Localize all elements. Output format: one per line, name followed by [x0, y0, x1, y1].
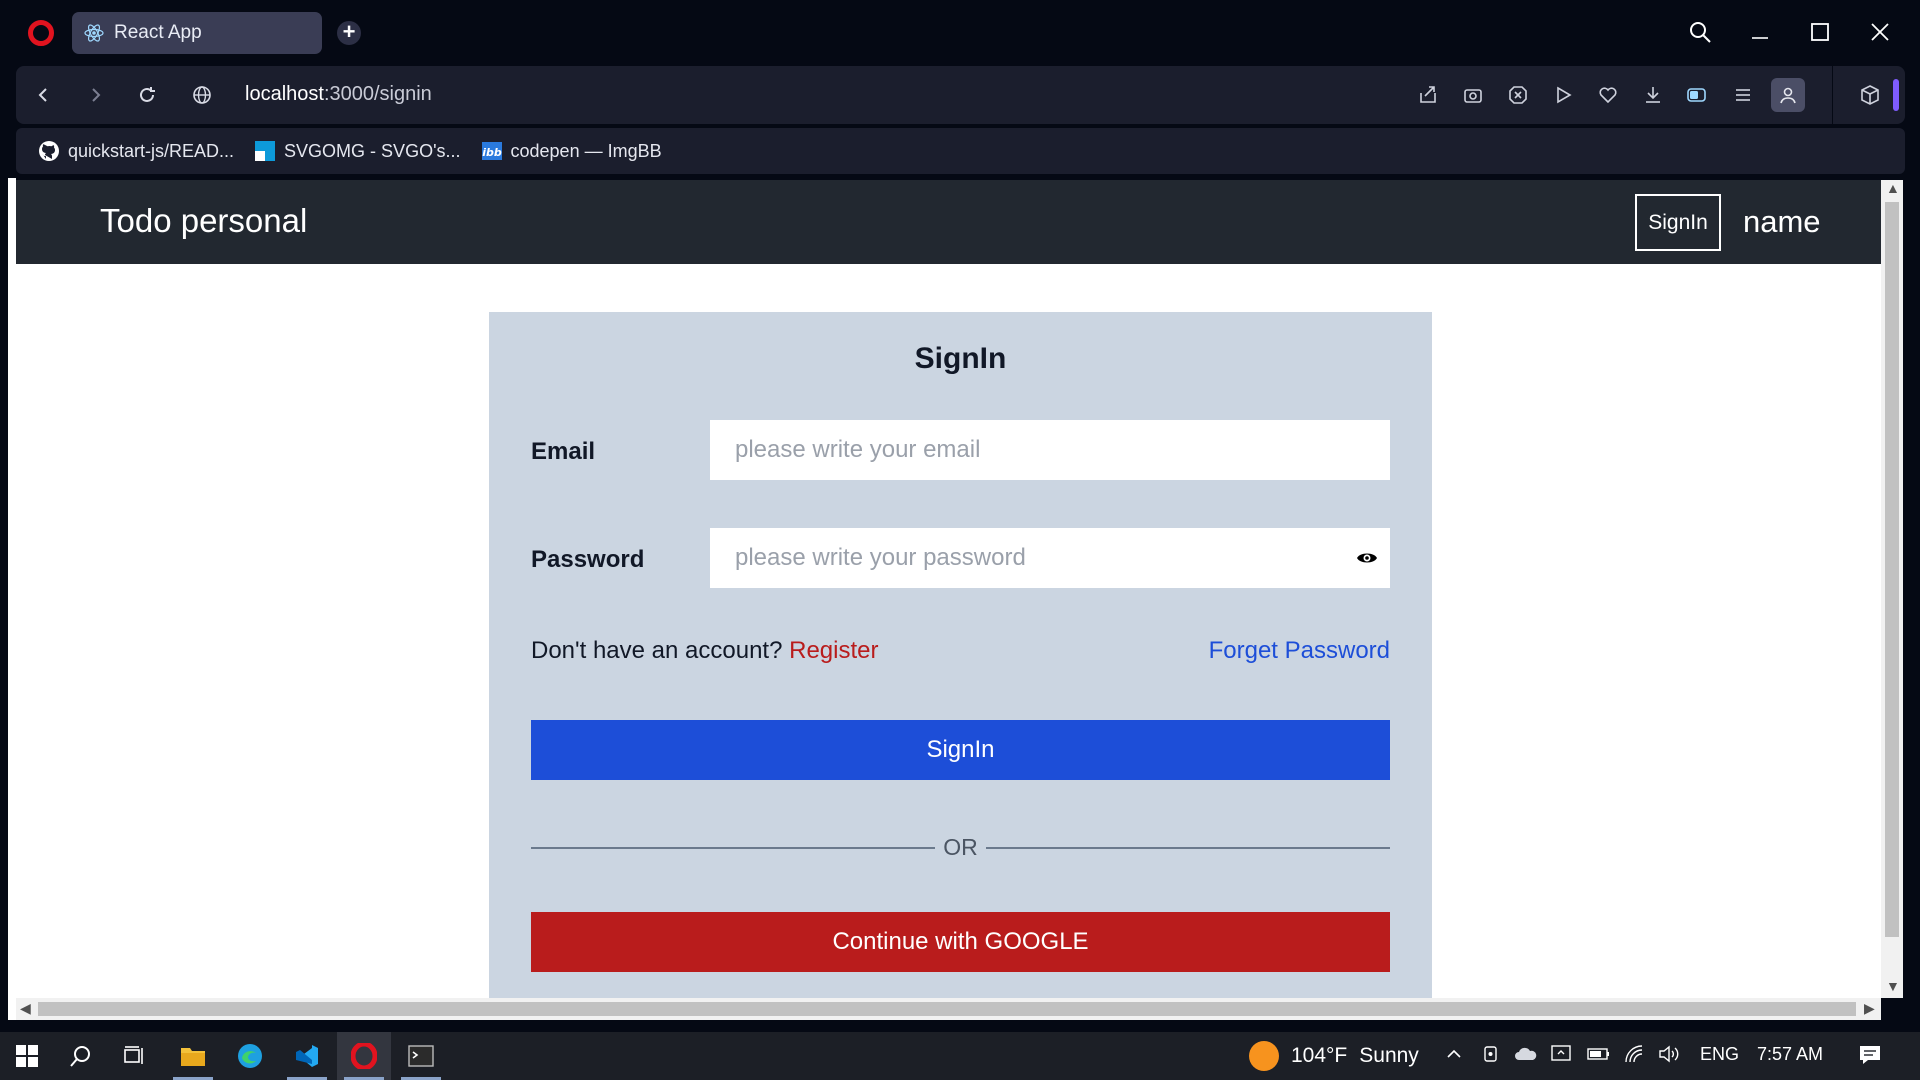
- reload-button[interactable]: [130, 78, 164, 112]
- register-link[interactable]: Register: [789, 637, 878, 664]
- screen: React App + localhost:3000/signin quicks…: [0, 0, 1920, 1080]
- scroll-left-icon[interactable]: ◀: [20, 1000, 31, 1017]
- volume-icon[interactable]: [1658, 1044, 1680, 1069]
- minimize-button[interactable]: [1740, 14, 1780, 50]
- brand-title[interactable]: Todo personal: [100, 202, 307, 240]
- url-host: localhost: [245, 83, 324, 105]
- close-window-button[interactable]: [1860, 14, 1900, 50]
- heart-icon[interactable]: [1591, 78, 1625, 112]
- wifi-icon[interactable]: [1624, 1044, 1646, 1069]
- browser-toolbar: localhost:3000/signin: [16, 66, 1905, 124]
- url-path: :3000/signin: [323, 83, 432, 105]
- terminal-icon[interactable]: [394, 1032, 448, 1080]
- easy-setup-icon[interactable]: [1726, 78, 1760, 112]
- opera-logo-icon[interactable]: [28, 20, 54, 46]
- download-icon[interactable]: [1636, 78, 1670, 112]
- account-row: Don't have an account? Register Forget P…: [531, 637, 1390, 665]
- google-signin-button[interactable]: Continue with GOOGLE: [531, 912, 1390, 972]
- browser-tab[interactable]: React App: [72, 12, 322, 54]
- email-label: Email: [531, 438, 596, 465]
- bookmarks-bar: quickstart-js/READ... SVGOMG - SVGO's...…: [16, 128, 1905, 174]
- horizontal-scroll-thumb[interactable]: [38, 1002, 1856, 1016]
- bookmark-imgbb[interactable]: ibb codepen — ImgBB: [481, 140, 662, 162]
- password-input[interactable]: [710, 528, 1390, 588]
- nav-user-name[interactable]: name: [1743, 204, 1821, 240]
- notifications-icon[interactable]: [1858, 1044, 1882, 1071]
- extensions-box-icon[interactable]: [1832, 66, 1906, 124]
- window-frame: [8, 178, 16, 1020]
- address-bar[interactable]: localhost:3000/signin: [245, 83, 432, 106]
- profile-icon[interactable]: [1771, 78, 1805, 112]
- signin-card: SignIn Email Password Don't have an acco…: [489, 312, 1432, 998]
- bookmark-svgomg[interactable]: SVGOMG - SVGO's...: [254, 140, 461, 162]
- signin-button[interactable]: SignIn: [531, 720, 1390, 780]
- tab-title: React App: [114, 22, 202, 43]
- sidebar-indicator: [1893, 79, 1899, 111]
- password-field: [710, 528, 1390, 588]
- react-icon: [84, 23, 104, 43]
- file-explorer-icon[interactable]: [166, 1032, 220, 1080]
- clock[interactable]: 7:57 AM: [1757, 1044, 1823, 1065]
- camera-icon[interactable]: [1456, 78, 1490, 112]
- scroll-down-icon[interactable]: ▼: [1886, 978, 1900, 994]
- page-viewport: Todo personal SignIn name SignIn Email P…: [16, 180, 1883, 998]
- card-title: SignIn: [914, 342, 1007, 375]
- browser-tabstrip: React App +: [0, 0, 1920, 64]
- horizontal-scrollbar[interactable]: ◀ ▶: [16, 998, 1881, 1020]
- temperature: 104°F: [1291, 1044, 1348, 1067]
- scroll-right-icon[interactable]: ▶: [1864, 1000, 1875, 1017]
- back-button[interactable]: [26, 78, 60, 112]
- maximize-button[interactable]: [1800, 14, 1840, 50]
- share-icon[interactable]: [1411, 78, 1445, 112]
- taskbar: 104°F Sunny ENG 7:57 AM: [0, 1032, 1920, 1080]
- bookmark-quickstart[interactable]: quickstart-js/READ...: [38, 140, 234, 162]
- forget-password-link[interactable]: Forget Password: [1209, 637, 1390, 665]
- search-icon[interactable]: [1680, 14, 1720, 50]
- scroll-up-icon[interactable]: ▲: [1886, 180, 1900, 196]
- vscode-icon[interactable]: [280, 1032, 334, 1080]
- battery-icon[interactable]: [1587, 1044, 1611, 1069]
- onedrive-icon[interactable]: [1514, 1044, 1538, 1069]
- bookmark-label: SVGOMG - SVGO's...: [284, 140, 461, 161]
- account-prompt: Don't have an account?: [531, 637, 783, 664]
- chevron-up-icon[interactable]: [1444, 1044, 1464, 1069]
- weather-condition: Sunny: [1359, 1044, 1419, 1067]
- battery-saver-icon[interactable]: [1681, 78, 1715, 112]
- password-label: Password: [531, 546, 645, 573]
- bookmark-label: quickstart-js/READ...: [68, 140, 235, 161]
- github-icon: [38, 140, 60, 162]
- adblock-icon[interactable]: [1501, 78, 1535, 112]
- language-indicator[interactable]: ENG: [1700, 1044, 1739, 1065]
- edge-icon[interactable]: [223, 1032, 277, 1080]
- display-icon[interactable]: [1550, 1044, 1572, 1069]
- opera-taskbar-icon[interactable]: [337, 1032, 391, 1080]
- or-divider: OR: [531, 834, 1390, 864]
- extension-toolbar: [1411, 78, 1805, 112]
- sun-icon: [1249, 1041, 1279, 1071]
- weather-widget[interactable]: 104°F Sunny: [1249, 1041, 1419, 1071]
- app-navbar: Todo personal SignIn name: [16, 180, 1883, 264]
- new-tab-button[interactable]: +: [337, 21, 361, 45]
- svg-text:ibb: ibb: [482, 146, 502, 159]
- or-text: OR: [943, 834, 978, 860]
- forward-button[interactable]: [79, 78, 113, 112]
- windows-start-icon[interactable]: [0, 1032, 54, 1080]
- meet-icon[interactable]: [1482, 1044, 1502, 1069]
- bookmark-label: codepen — ImgBB: [510, 140, 662, 161]
- search-icon[interactable]: [54, 1032, 108, 1080]
- globe-icon[interactable]: [185, 78, 219, 112]
- vertical-scroll-thumb[interactable]: [1885, 202, 1899, 937]
- eye-icon[interactable]: [1356, 548, 1378, 568]
- nav-signin-button[interactable]: SignIn: [1635, 194, 1721, 251]
- player-icon[interactable]: [1546, 78, 1580, 112]
- imgbb-icon: ibb: [481, 140, 503, 162]
- svgomg-icon: [254, 140, 276, 162]
- task-view-icon[interactable]: [108, 1032, 162, 1080]
- vertical-scrollbar[interactable]: ▲ ▼: [1881, 180, 1903, 998]
- email-input[interactable]: [710, 420, 1390, 480]
